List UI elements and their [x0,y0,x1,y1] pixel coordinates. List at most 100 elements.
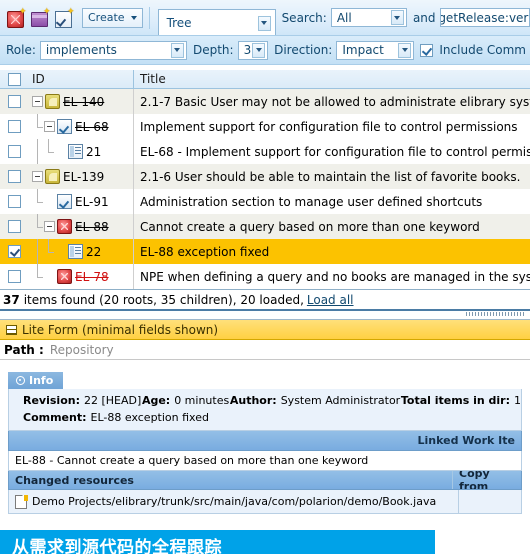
new-defect-icon[interactable]: ✦ [6,7,27,28]
table-row[interactable]: 21 EL-68 - Implement support for configur… [0,139,530,164]
changed-resource-row[interactable]: Demo Projects/elibrary/trunk/src/main/ja… [8,490,522,514]
linked-work-items-label: Linked Work Ite [417,434,515,447]
row-id-cell: 22 [28,239,134,264]
tree-collapse-toggle[interactable] [32,96,43,107]
row-checkbox[interactable] [7,120,21,133]
form-lines-icon [6,324,17,335]
table-row[interactable]: 22 EL-88 exception fixed [0,239,530,264]
row-select-cell[interactable] [0,89,28,114]
panel-splitter[interactable] [0,309,530,320]
depth-select[interactable]: 3 [237,40,269,60]
load-all-link[interactable]: Load all [307,293,354,307]
row-id-link[interactable]: EL-139 [63,170,104,184]
row-checkbox[interactable] [7,95,21,108]
row-select-cell[interactable] [0,164,28,189]
row-select-cell[interactable] [0,114,28,139]
changed-resources-col-label: Changed resources [15,473,134,487]
column-header-title-label: Title [140,72,166,86]
create-button[interactable]: Create [82,7,143,28]
defect-icon [57,219,72,234]
row-id-link[interactable]: EL-78 [75,270,109,284]
tree-collapse-toggle[interactable] [44,221,55,232]
query-input[interactable]: targetRelease:version1 [439,8,530,27]
results-count: 37 [3,292,20,307]
results-text: items found (20 roots, 35 children), 20 … [23,292,304,307]
tree-guide [32,214,43,239]
tree-collapse-toggle[interactable] [44,121,55,132]
search-scope-select[interactable]: All [330,8,407,27]
row-checkbox[interactable] [7,245,21,258]
tree-guide [32,139,43,164]
lite-form-bar[interactable]: Lite Form (minimal fields shown) [0,320,530,340]
table-row[interactable]: EL-140 2.1-7 Basic User may not be allowe… [0,89,530,114]
row-title-cell: 2.1-7 Basic User may not be allowed to a… [134,95,530,109]
row-id-link[interactable]: EL-68 [75,120,109,134]
select-all-cell[interactable] [0,72,28,86]
row-select-cell[interactable] [0,264,28,289]
row-title-text: EL-88 exception fixed [140,244,270,259]
create-button-label: Create [88,11,125,24]
polarion-work-items-screen: ✦ ✦ ✦ Create Tree Search: All and target… [0,0,530,554]
table-row[interactable]: EL-68 Implement support for configuration… [0,114,530,139]
select-all-checkbox[interactable] [7,72,21,86]
row-id-link[interactable]: EL-140 [63,95,104,109]
view-mode-dropdown-arrow[interactable] [257,15,271,31]
role-label: Role: [6,43,36,57]
row-id-link[interactable]: EL-88 [75,220,109,234]
role-select[interactable]: implements [39,40,187,60]
row-id-cell: EL-78 [28,264,134,289]
changed-resources-header: Changed resources Copy from [8,471,522,490]
direction-select[interactable]: Impact [336,40,415,60]
direction-dropdown-arrow[interactable] [398,42,412,58]
row-title-text: Implement support for configuration file… [140,119,518,134]
row-id-cell: EL-140 [28,89,134,114]
row-select-cell[interactable] [0,214,28,239]
new-folder-icon[interactable]: ✦ [30,7,51,28]
view-mode-tab[interactable]: Tree [157,9,276,35]
path-value[interactable]: Repository [50,343,114,357]
row-title-text: Administration section to manage user de… [140,194,483,209]
row-checkbox[interactable] [7,195,21,208]
row-id-link[interactable]: 22 [86,245,101,259]
row-checkbox[interactable] [7,170,21,183]
star-badge-icon: ✦ [67,7,75,17]
row-select-cell[interactable] [0,189,28,214]
revision-icon [68,244,83,259]
row-title-text: Cannot create a query based on more than… [140,219,480,234]
tree-collapse-toggle[interactable] [32,171,43,182]
column-header-title[interactable]: Title [134,72,530,86]
row-title-text: EL-68 - Implement support for configurat… [140,144,530,159]
new-task-icon[interactable]: ✦ [54,7,75,28]
role-dropdown-arrow[interactable] [170,42,184,58]
depth-dropdown-arrow[interactable] [252,42,266,58]
star-badge-icon: ✦ [43,7,51,17]
comment-value: EL-88 exception fixed [90,411,209,424]
revision-label: Revision: [23,394,80,407]
requirement-icon [45,94,60,109]
row-select-cell[interactable] [0,239,28,264]
path-info-gap [0,360,530,372]
row-title-cell: EL-68 - Implement support for configurat… [134,145,530,159]
row-title-cell: EL-88 exception fixed [134,245,530,259]
table-row[interactable]: EL-88 Cannot create a query based on more… [0,214,530,239]
row-checkbox[interactable] [7,145,21,158]
tab-info[interactable]: Info [8,372,64,389]
row-title-cell: Cannot create a query based on more than… [134,220,530,234]
changed-resource-path-cell: Demo Projects/elibrary/trunk/src/main/ja… [9,494,458,509]
column-header-id[interactable]: ID [28,70,134,88]
table-row[interactable]: EL-78 NPE when defining a query and no bo… [0,264,530,289]
search-scope-dropdown-arrow[interactable] [390,10,404,25]
results-status-bar: 37 items found (20 roots, 35 children), … [0,289,530,309]
row-title-cell: Administration section to manage user de… [134,195,530,209]
row-select-cell[interactable] [0,139,28,164]
row-id-link[interactable]: EL-91 [75,195,109,209]
linked-work-item-row[interactable]: EL-88 - Cannot create a query based on m… [8,451,522,471]
table-row[interactable]: EL-139 2.1-6 User should be able to maint… [0,164,530,189]
table-row[interactable]: EL-91 Administration section to manage us… [0,189,530,214]
include-comments-checkbox[interactable] [420,43,434,57]
row-title-text: 2.1-7 Basic User may not be allowed to a… [140,94,530,109]
role-value: implements [45,43,117,57]
row-checkbox[interactable] [7,270,21,283]
row-checkbox[interactable] [7,220,21,233]
row-id-link[interactable]: 21 [86,145,101,159]
